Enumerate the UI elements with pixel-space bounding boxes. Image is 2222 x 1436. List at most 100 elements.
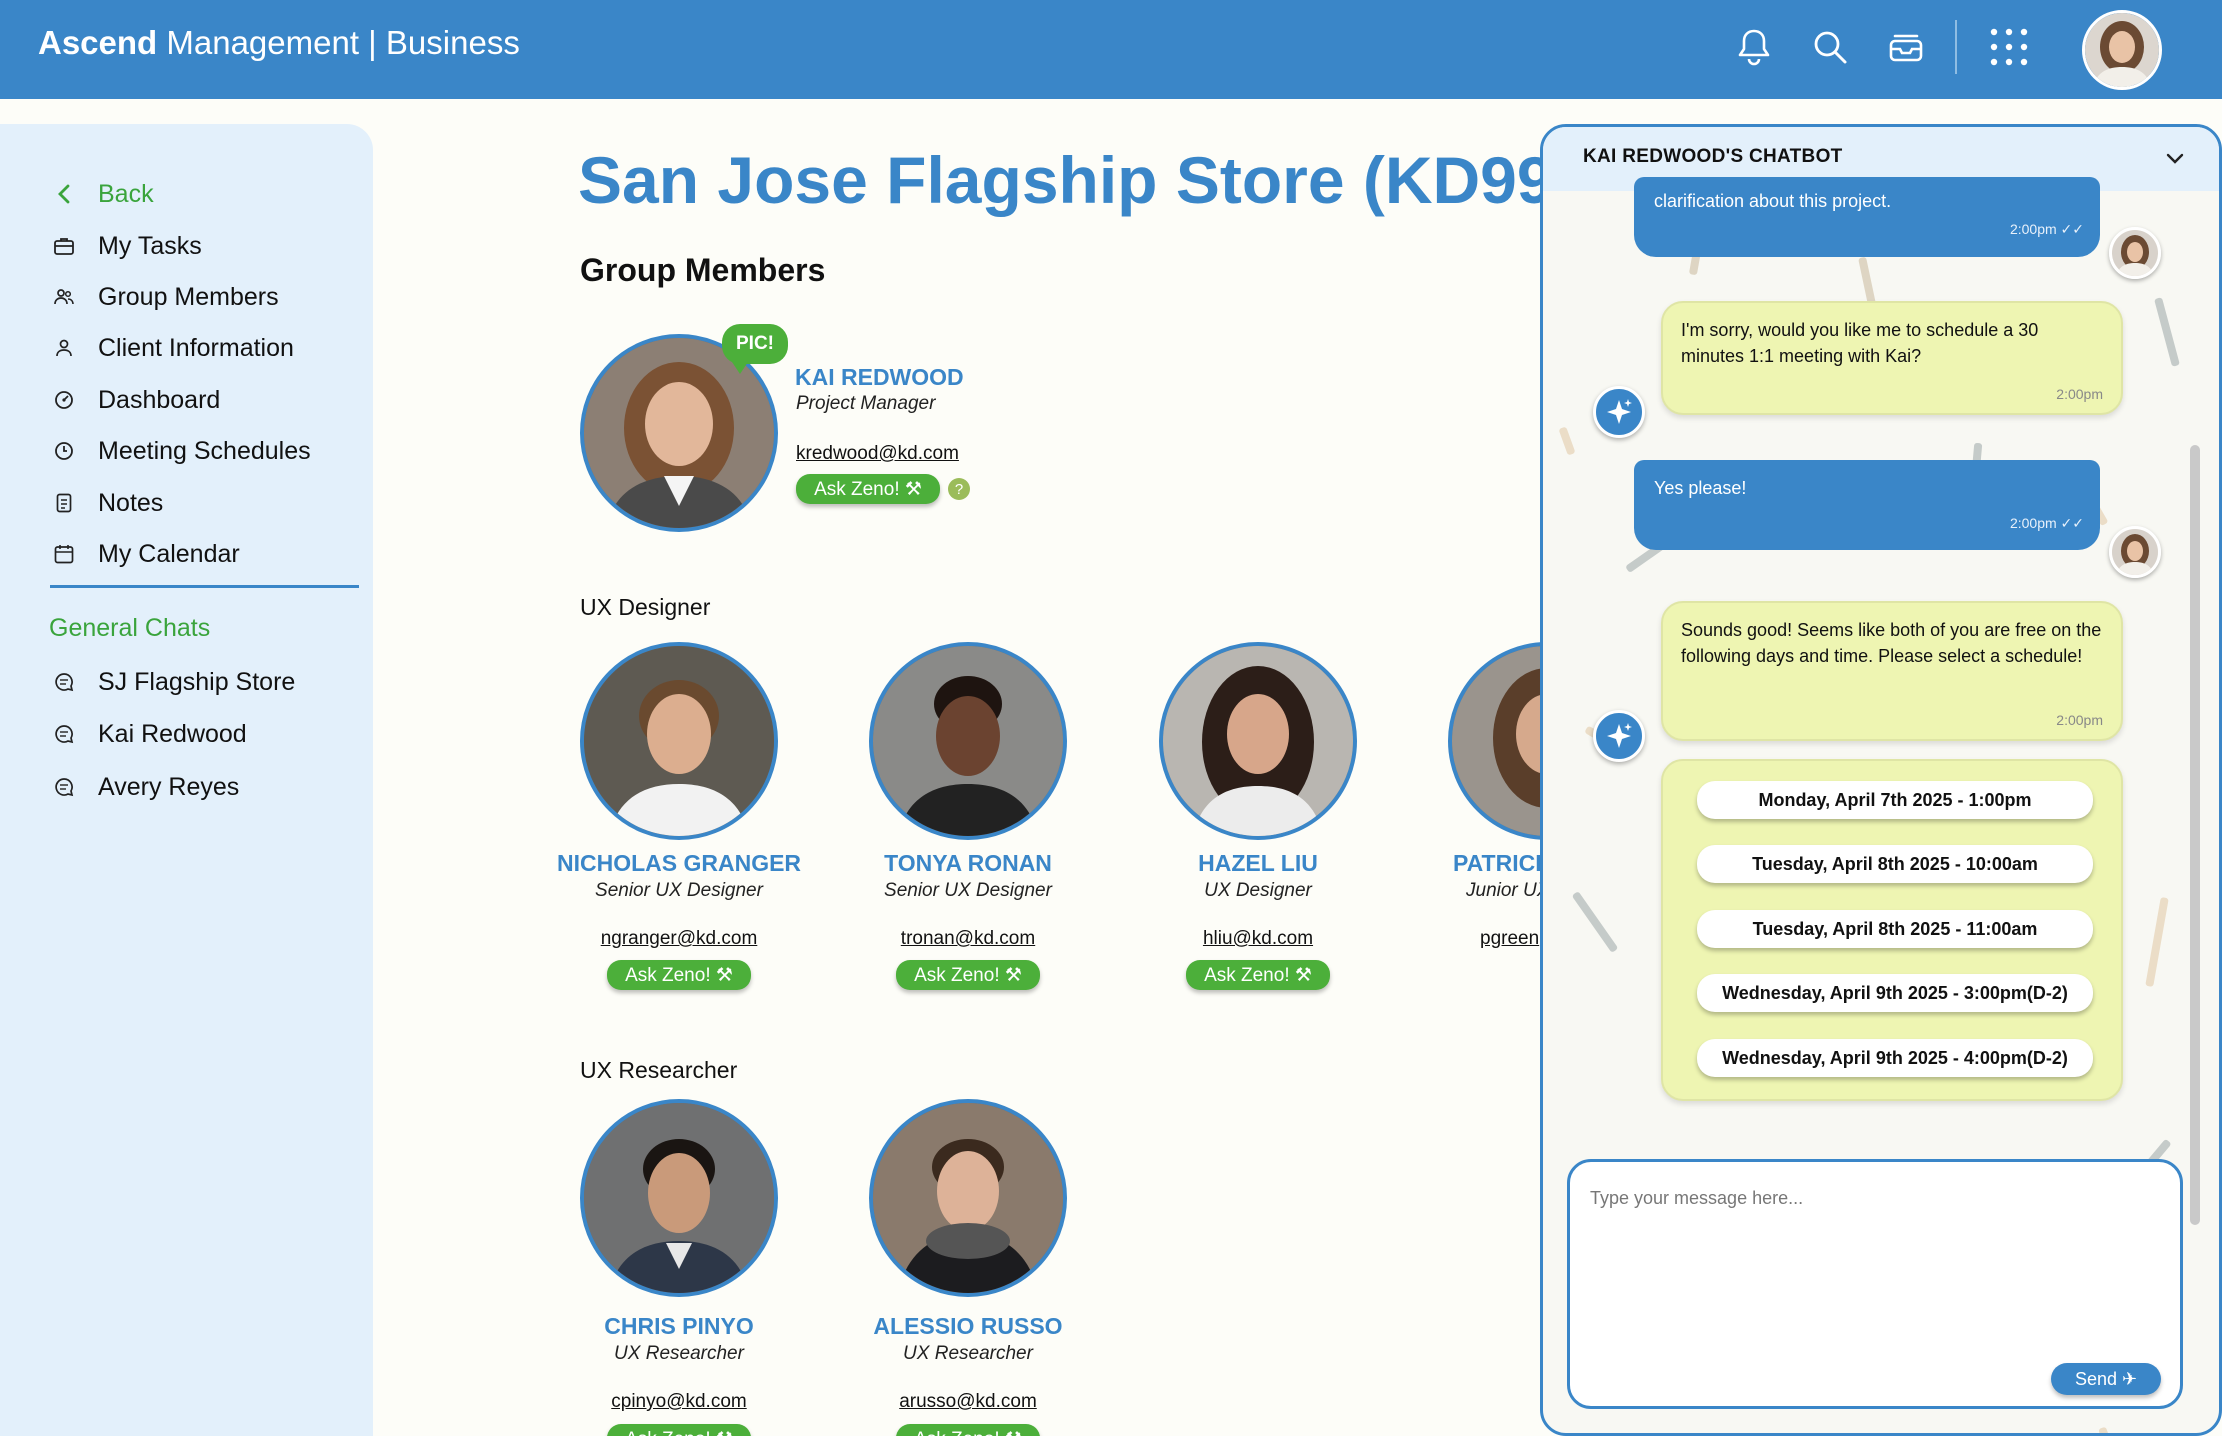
sidebar-item-label: Meeting Schedules bbox=[98, 436, 311, 465]
confetti-decoration bbox=[2154, 297, 2180, 367]
user-avatar bbox=[2109, 227, 2161, 279]
help-icon[interactable]: ? bbox=[948, 478, 970, 500]
manager-title: Project Manager bbox=[796, 393, 936, 414]
chat-title: KAI REDWOOD'S CHATBOT bbox=[1583, 146, 1843, 167]
schedule-option[interactable]: Wednesday, April 9th 2025 - 4:00pm (D-2) bbox=[1697, 1039, 2093, 1077]
chat-scrollbar[interactable] bbox=[2190, 445, 2200, 1225]
ask-zeno-button[interactable]: Ask Zeno! ⚒ bbox=[896, 1424, 1040, 1436]
ask-zeno-button[interactable]: Ask Zeno! ⚒ bbox=[796, 474, 940, 504]
sidebar-item-label: Group Members bbox=[98, 282, 279, 311]
chevron-down-icon[interactable] bbox=[2161, 145, 2189, 173]
notes-icon bbox=[52, 491, 76, 515]
sidebar-item-label: Avery Reyes bbox=[98, 772, 240, 801]
avatar[interactable] bbox=[869, 1099, 1067, 1297]
member-email[interactable]: cpinyo@kd.com bbox=[534, 1391, 824, 1413]
schedule-option[interactable]: Monday, April 7th 2025 - 1:00pm bbox=[1697, 781, 2093, 819]
message-input-box: Send ✈ bbox=[1567, 1159, 2183, 1409]
member-title: UX Designer bbox=[1204, 880, 1312, 901]
bot-message: Sounds good! Seems like both of you are … bbox=[1661, 601, 2123, 741]
sidebar-item-label: Client Information bbox=[98, 333, 294, 362]
inbox-icon[interactable] bbox=[1884, 24, 1928, 70]
message-time: 2:00pm bbox=[2056, 712, 2103, 728]
member-email[interactable]: arusso@kd.com bbox=[823, 1391, 1113, 1413]
manager-email[interactable]: kredwood@kd.com bbox=[796, 443, 959, 465]
schedule-option[interactable]: Wednesday, April 9th 2025 - 3:00pm (D-2) bbox=[1697, 974, 2093, 1012]
member-email[interactable]: pgreen bbox=[1480, 928, 1540, 950]
message-text: Yes please! bbox=[1654, 478, 1747, 498]
ask-zeno-button[interactable]: Ask Zeno! ⚒ bbox=[607, 960, 751, 990]
sidebar-item-label: My Tasks bbox=[98, 231, 202, 260]
user-message: clarification about this project. 2:00pm… bbox=[1634, 177, 2100, 257]
member-email[interactable]: tronan@kd.com bbox=[823, 928, 1113, 950]
chat-icon bbox=[52, 670, 76, 694]
group-members-heading: Group Members bbox=[580, 252, 826, 288]
confetti-decoration bbox=[2145, 896, 2169, 988]
pic-badge: PIC! bbox=[722, 324, 788, 374]
sidebar: Back My Tasks Group Members Client Infor… bbox=[0, 124, 373, 1436]
avatar[interactable] bbox=[1159, 642, 1357, 840]
member-name: CHRIS PINYO bbox=[604, 1313, 754, 1339]
sidebar-item-my-calendar[interactable]: My Calendar bbox=[52, 536, 240, 572]
member-email[interactable]: ngranger@kd.com bbox=[534, 928, 824, 950]
ask-zeno-button[interactable]: Ask Zeno! ⚒ bbox=[1186, 960, 1330, 990]
app-brand[interactable]: Ascend Management | Business bbox=[38, 24, 520, 62]
sidebar-item-notes[interactable]: Notes bbox=[52, 485, 163, 521]
person-icon bbox=[52, 336, 76, 360]
sidebar-item-my-tasks[interactable]: My Tasks bbox=[52, 228, 202, 264]
sidebar-item-meeting-schedules[interactable]: Meeting Schedules bbox=[52, 433, 311, 469]
schedule-option-label: Tuesday, April 8th 2025 - 11:00am bbox=[1752, 919, 2038, 939]
sidebar-item-group-members[interactable]: Group Members bbox=[52, 279, 279, 315]
sidebar-chat-kai-redwood[interactable]: Kai Redwood bbox=[52, 716, 247, 752]
confetti-decoration bbox=[1571, 891, 1619, 953]
member-title: UX Researcher bbox=[903, 1343, 1033, 1364]
general-chats-heading: General Chats bbox=[49, 614, 211, 642]
bot-message: I'm sorry, would you like me to schedule… bbox=[1661, 301, 2123, 415]
schedule-option-label: Tuesday, April 8th 2025 - 10:00am bbox=[1752, 854, 2038, 874]
sidebar-item-client-information[interactable]: Client Information bbox=[52, 330, 294, 366]
schedule-option[interactable]: Tuesday, April 8th 2025 - 10:00am bbox=[1697, 845, 2093, 883]
schedule-option-tag: (D-2) bbox=[2026, 1048, 2068, 1068]
member-name: TONYA RONAN bbox=[884, 850, 1052, 876]
back-button[interactable]: Back bbox=[52, 176, 154, 212]
member-name: PATRICI bbox=[1453, 850, 1542, 876]
member-email[interactable]: hliu@kd.com bbox=[1113, 928, 1403, 950]
role-heading-ux-designer: UX Designer bbox=[580, 594, 711, 620]
bell-icon[interactable] bbox=[1732, 24, 1776, 70]
send-button[interactable]: Send ✈ bbox=[2051, 1363, 2161, 1395]
schedule-option-label: Monday, April 7th 2025 - 1:00pm bbox=[1758, 790, 2032, 810]
ask-zeno-button[interactable]: Ask Zeno! ⚒ bbox=[896, 960, 1040, 990]
sparkle-icon bbox=[1593, 710, 1645, 762]
message-time: 2:00pm bbox=[2056, 386, 2103, 402]
schedule-option-label: Wednesday, April 9th 2025 - 3:00pm bbox=[1722, 983, 2027, 1003]
sparkle-icon bbox=[1593, 386, 1645, 438]
gauge-icon bbox=[52, 388, 76, 412]
clock-icon bbox=[52, 439, 76, 463]
message-text: I'm sorry, would you like me to schedule… bbox=[1681, 320, 2039, 366]
avatar[interactable] bbox=[580, 642, 778, 840]
sidebar-item-label: SJ Flagship Store bbox=[98, 667, 296, 696]
manager-name: KAI REDWOOD bbox=[795, 364, 964, 390]
ask-zeno-button[interactable]: Ask Zeno! ⚒ bbox=[607, 1424, 751, 1436]
member-name: ALESSIO RUSSO bbox=[873, 1313, 1063, 1339]
avatar[interactable] bbox=[580, 1099, 778, 1297]
sidebar-item-dashboard[interactable]: Dashboard bbox=[52, 382, 220, 418]
sidebar-divider bbox=[50, 585, 359, 588]
sidebar-item-label: Notes bbox=[98, 488, 164, 517]
user-avatar[interactable] bbox=[2082, 10, 2162, 90]
apps-grid-icon[interactable] bbox=[1987, 24, 2031, 70]
page-title: San Jose Flagship Store (KD990) bbox=[578, 143, 1613, 217]
avatar[interactable] bbox=[869, 642, 1067, 840]
schedule-options-card: Monday, April 7th 2025 - 1:00pm Tuesday,… bbox=[1661, 759, 2123, 1101]
member-title: Senior UX Designer bbox=[595, 880, 763, 901]
top-bar: Ascend Management | Business bbox=[0, 0, 2222, 99]
message-time: 2:00pm ✓✓ bbox=[2009, 515, 2084, 531]
message-input[interactable] bbox=[1590, 1188, 2150, 1338]
sidebar-chat-avery-reyes[interactable]: Avery Reyes bbox=[52, 769, 239, 805]
header-divider bbox=[1955, 20, 1957, 74]
sidebar-item-label: Dashboard bbox=[98, 385, 221, 414]
search-icon[interactable] bbox=[1808, 24, 1852, 70]
member-title: UX Researcher bbox=[614, 1343, 744, 1364]
schedule-option[interactable]: Tuesday, April 8th 2025 - 11:00am bbox=[1697, 910, 2093, 948]
sidebar-chat-sj-flagship-store[interactable]: SJ Flagship Store bbox=[52, 664, 295, 700]
schedule-option-label: Wednesday, April 9th 2025 - 4:00pm bbox=[1722, 1048, 2027, 1068]
